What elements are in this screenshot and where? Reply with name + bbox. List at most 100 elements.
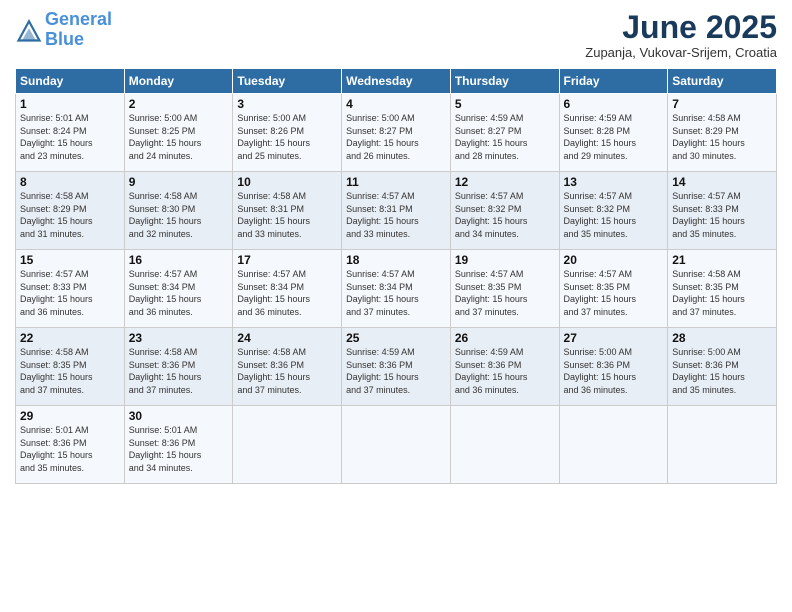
- title-block: June 2025 Zupanja, Vukovar-Srijem, Croat…: [585, 10, 777, 60]
- dow-header-saturday: Saturday: [668, 69, 777, 94]
- day-info: Sunrise: 4:57 AM Sunset: 8:34 PM Dayligh…: [237, 268, 337, 318]
- day-info: Sunrise: 5:01 AM Sunset: 8:36 PM Dayligh…: [20, 424, 120, 474]
- day-number: 1: [20, 97, 120, 111]
- day-cell: 2Sunrise: 5:00 AM Sunset: 8:25 PM Daylig…: [124, 94, 233, 172]
- day-info: Sunrise: 4:57 AM Sunset: 8:35 PM Dayligh…: [455, 268, 555, 318]
- day-cell: 14Sunrise: 4:57 AM Sunset: 8:33 PM Dayli…: [668, 172, 777, 250]
- day-cell: 11Sunrise: 4:57 AM Sunset: 8:31 PM Dayli…: [342, 172, 451, 250]
- day-info: Sunrise: 5:00 AM Sunset: 8:26 PM Dayligh…: [237, 112, 337, 162]
- day-cell: [450, 406, 559, 484]
- day-cell: 30Sunrise: 5:01 AM Sunset: 8:36 PM Dayli…: [124, 406, 233, 484]
- day-cell: 26Sunrise: 4:59 AM Sunset: 8:36 PM Dayli…: [450, 328, 559, 406]
- day-cell: 15Sunrise: 4:57 AM Sunset: 8:33 PM Dayli…: [16, 250, 125, 328]
- day-number: 6: [564, 97, 664, 111]
- day-info: Sunrise: 4:57 AM Sunset: 8:33 PM Dayligh…: [672, 190, 772, 240]
- week-row-3: 15Sunrise: 4:57 AM Sunset: 8:33 PM Dayli…: [16, 250, 777, 328]
- day-info: Sunrise: 4:59 AM Sunset: 8:36 PM Dayligh…: [455, 346, 555, 396]
- day-cell: 24Sunrise: 4:58 AM Sunset: 8:36 PM Dayli…: [233, 328, 342, 406]
- day-info: Sunrise: 4:58 AM Sunset: 8:29 PM Dayligh…: [672, 112, 772, 162]
- day-number: 15: [20, 253, 120, 267]
- dow-header-friday: Friday: [559, 69, 668, 94]
- day-cell: 7Sunrise: 4:58 AM Sunset: 8:29 PM Daylig…: [668, 94, 777, 172]
- day-number: 30: [129, 409, 229, 423]
- day-number: 25: [346, 331, 446, 345]
- day-number: 28: [672, 331, 772, 345]
- day-number: 29: [20, 409, 120, 423]
- location-subtitle: Zupanja, Vukovar-Srijem, Croatia: [585, 45, 777, 60]
- day-info: Sunrise: 4:57 AM Sunset: 8:32 PM Dayligh…: [564, 190, 664, 240]
- day-info: Sunrise: 4:58 AM Sunset: 8:30 PM Dayligh…: [129, 190, 229, 240]
- dow-header-sunday: Sunday: [16, 69, 125, 94]
- day-cell: 20Sunrise: 4:57 AM Sunset: 8:35 PM Dayli…: [559, 250, 668, 328]
- logo: General Blue: [15, 10, 112, 50]
- day-info: Sunrise: 4:58 AM Sunset: 8:36 PM Dayligh…: [237, 346, 337, 396]
- day-number: 16: [129, 253, 229, 267]
- day-cell: 18Sunrise: 4:57 AM Sunset: 8:34 PM Dayli…: [342, 250, 451, 328]
- day-number: 12: [455, 175, 555, 189]
- day-info: Sunrise: 4:58 AM Sunset: 8:35 PM Dayligh…: [672, 268, 772, 318]
- day-number: 24: [237, 331, 337, 345]
- day-number: 17: [237, 253, 337, 267]
- day-info: Sunrise: 4:58 AM Sunset: 8:35 PM Dayligh…: [20, 346, 120, 396]
- day-info: Sunrise: 5:01 AM Sunset: 8:24 PM Dayligh…: [20, 112, 120, 162]
- day-number: 11: [346, 175, 446, 189]
- day-number: 13: [564, 175, 664, 189]
- day-cell: [668, 406, 777, 484]
- day-info: Sunrise: 4:58 AM Sunset: 8:36 PM Dayligh…: [129, 346, 229, 396]
- day-cell: [342, 406, 451, 484]
- day-cell: 17Sunrise: 4:57 AM Sunset: 8:34 PM Dayli…: [233, 250, 342, 328]
- day-number: 22: [20, 331, 120, 345]
- day-cell: 21Sunrise: 4:58 AM Sunset: 8:35 PM Dayli…: [668, 250, 777, 328]
- day-number: 3: [237, 97, 337, 111]
- day-cell: 9Sunrise: 4:58 AM Sunset: 8:30 PM Daylig…: [124, 172, 233, 250]
- day-info: Sunrise: 4:57 AM Sunset: 8:35 PM Dayligh…: [564, 268, 664, 318]
- day-cell: 12Sunrise: 4:57 AM Sunset: 8:32 PM Dayli…: [450, 172, 559, 250]
- day-cell: 6Sunrise: 4:59 AM Sunset: 8:28 PM Daylig…: [559, 94, 668, 172]
- day-info: Sunrise: 4:57 AM Sunset: 8:32 PM Dayligh…: [455, 190, 555, 240]
- day-cell: 1Sunrise: 5:01 AM Sunset: 8:24 PM Daylig…: [16, 94, 125, 172]
- day-number: 21: [672, 253, 772, 267]
- day-info: Sunrise: 5:00 AM Sunset: 8:36 PM Dayligh…: [564, 346, 664, 396]
- day-number: 27: [564, 331, 664, 345]
- week-row-4: 22Sunrise: 4:58 AM Sunset: 8:35 PM Dayli…: [16, 328, 777, 406]
- day-number: 18: [346, 253, 446, 267]
- day-info: Sunrise: 4:58 AM Sunset: 8:31 PM Dayligh…: [237, 190, 337, 240]
- day-number: 23: [129, 331, 229, 345]
- day-info: Sunrise: 4:59 AM Sunset: 8:28 PM Dayligh…: [564, 112, 664, 162]
- dow-header-monday: Monday: [124, 69, 233, 94]
- day-info: Sunrise: 4:59 AM Sunset: 8:27 PM Dayligh…: [455, 112, 555, 162]
- day-cell: 10Sunrise: 4:58 AM Sunset: 8:31 PM Dayli…: [233, 172, 342, 250]
- day-cell: 27Sunrise: 5:00 AM Sunset: 8:36 PM Dayli…: [559, 328, 668, 406]
- dow-header-thursday: Thursday: [450, 69, 559, 94]
- logo-text: General Blue: [45, 10, 112, 50]
- day-cell: 8Sunrise: 4:58 AM Sunset: 8:29 PM Daylig…: [16, 172, 125, 250]
- day-number: 20: [564, 253, 664, 267]
- day-info: Sunrise: 5:00 AM Sunset: 8:36 PM Dayligh…: [672, 346, 772, 396]
- day-number: 2: [129, 97, 229, 111]
- day-cell: 22Sunrise: 4:58 AM Sunset: 8:35 PM Dayli…: [16, 328, 125, 406]
- calendar-table: SundayMondayTuesdayWednesdayThursdayFrid…: [15, 68, 777, 484]
- day-number: 4: [346, 97, 446, 111]
- day-info: Sunrise: 4:58 AM Sunset: 8:29 PM Dayligh…: [20, 190, 120, 240]
- day-cell: 23Sunrise: 4:58 AM Sunset: 8:36 PM Dayli…: [124, 328, 233, 406]
- day-number: 26: [455, 331, 555, 345]
- month-title: June 2025: [585, 10, 777, 45]
- day-info: Sunrise: 5:00 AM Sunset: 8:27 PM Dayligh…: [346, 112, 446, 162]
- logo-icon: [15, 16, 43, 44]
- day-info: Sunrise: 5:01 AM Sunset: 8:36 PM Dayligh…: [129, 424, 229, 474]
- day-cell: 16Sunrise: 4:57 AM Sunset: 8:34 PM Dayli…: [124, 250, 233, 328]
- calendar-body: 1Sunrise: 5:01 AM Sunset: 8:24 PM Daylig…: [16, 94, 777, 484]
- day-number: 14: [672, 175, 772, 189]
- day-number: 9: [129, 175, 229, 189]
- week-row-2: 8Sunrise: 4:58 AM Sunset: 8:29 PM Daylig…: [16, 172, 777, 250]
- day-info: Sunrise: 4:57 AM Sunset: 8:34 PM Dayligh…: [129, 268, 229, 318]
- day-cell: 29Sunrise: 5:01 AM Sunset: 8:36 PM Dayli…: [16, 406, 125, 484]
- day-cell: 13Sunrise: 4:57 AM Sunset: 8:32 PM Dayli…: [559, 172, 668, 250]
- day-number: 19: [455, 253, 555, 267]
- day-cell: [559, 406, 668, 484]
- day-cell: 3Sunrise: 5:00 AM Sunset: 8:26 PM Daylig…: [233, 94, 342, 172]
- day-cell: 4Sunrise: 5:00 AM Sunset: 8:27 PM Daylig…: [342, 94, 451, 172]
- day-cell: 5Sunrise: 4:59 AM Sunset: 8:27 PM Daylig…: [450, 94, 559, 172]
- day-number: 10: [237, 175, 337, 189]
- day-cell: 19Sunrise: 4:57 AM Sunset: 8:35 PM Dayli…: [450, 250, 559, 328]
